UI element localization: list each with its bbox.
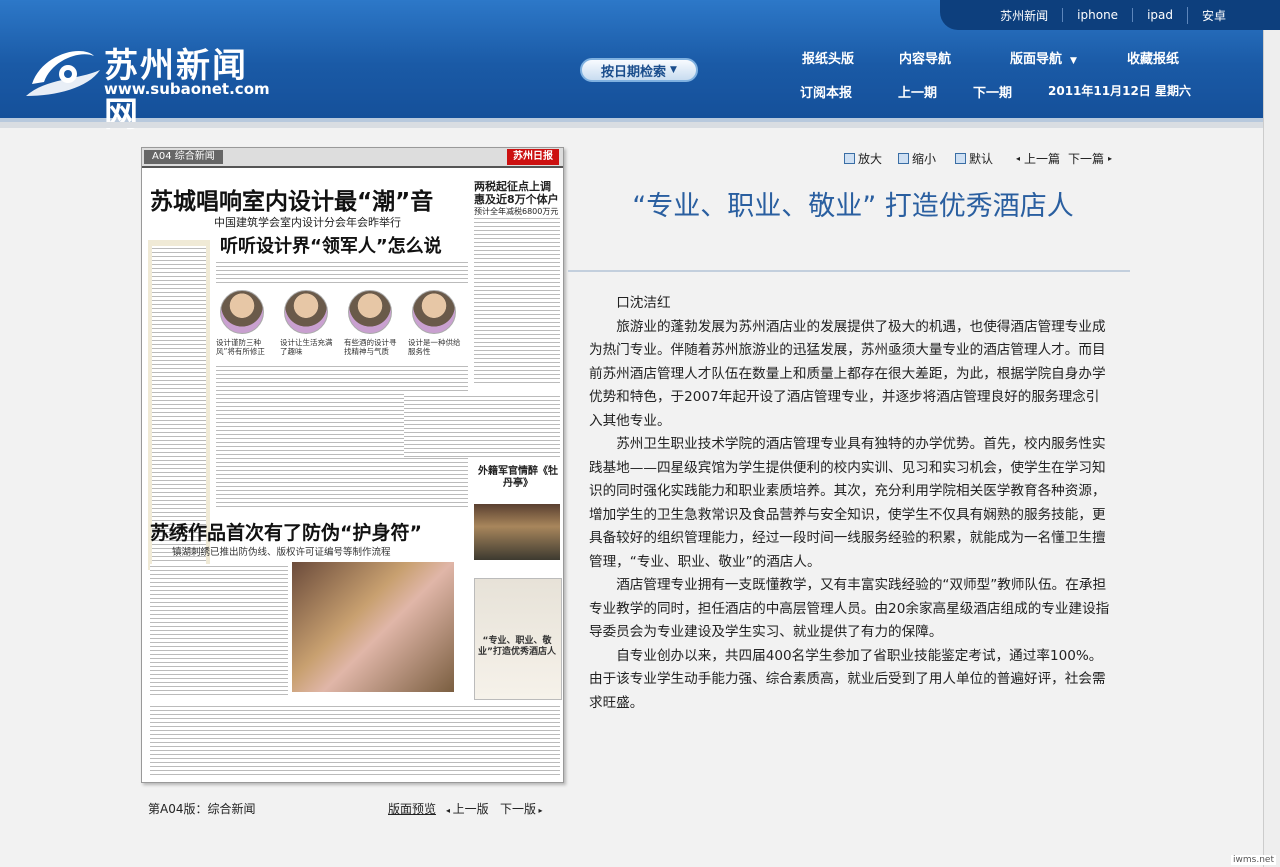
nav-layout-nav[interactable]: 版面导航 ▼ — [1010, 48, 1077, 67]
site-logo[interactable]: 苏州新闻网 www.subaonet.com — [22, 28, 282, 135]
portrait-caption: 有些酒的设计寻找精神与气质 — [344, 338, 397, 356]
article-divider — [568, 270, 1130, 272]
paper-ad-caption[interactable]: “专业、职业、敬业”打造优秀酒店人 — [476, 636, 558, 658]
portrait-photo — [284, 290, 328, 334]
portrait-photo — [220, 290, 264, 334]
zoom-out-button[interactable]: 缩小 — [898, 150, 936, 167]
vertical-scrollbar[interactable] — [1263, 30, 1280, 867]
paper-text-block — [150, 564, 288, 698]
top-link-android[interactable]: 安卓 — [1186, 6, 1240, 24]
top-link-iphone[interactable]: iphone — [1062, 8, 1132, 22]
paper-header: A04 综合新闻 苏州日报 — [142, 148, 563, 168]
embroidery-photo — [292, 562, 454, 692]
newspaper-page-image[interactable]: A04 综合新闻 苏州日报 苏城唱响室内设计最“潮”音 中国建筑学会室内设计分会… — [141, 147, 564, 783]
nav-content-nav[interactable]: 内容导航 — [899, 48, 951, 67]
chevron-right-icon: ▸ — [536, 806, 543, 815]
zoom-in-button[interactable]: 放大 — [844, 150, 882, 167]
portrait-photo — [348, 290, 392, 334]
paper-text-block — [404, 394, 560, 458]
paper-subhead-2: 镇湖刺绣已推出防伪线、版权许可证编号等制作流程 — [172, 547, 391, 558]
paper-headline-2[interactable]: 苏绣作品首次有了防伪“护身符” — [150, 518, 422, 545]
portrait-caption: 设计让生活充满了趣味 — [280, 338, 333, 356]
portrait-caption: 设计谨防三种风”将有所修正 — [216, 338, 265, 356]
logo-swirl-icon — [26, 51, 100, 96]
page-section-label: 第A04版：综合新闻 — [148, 802, 256, 816]
next-article-label: 下一篇 — [1068, 152, 1105, 166]
prev-page-link[interactable]: ◂ 上一版 — [446, 800, 489, 817]
prev-page-label: 上一版 — [452, 802, 489, 816]
reset-icon — [955, 153, 966, 164]
chevron-down-icon: ▼ — [670, 65, 677, 75]
watermark: iwms.net — [1231, 855, 1276, 865]
default-size-button[interactable]: 默认 — [955, 150, 993, 167]
date-search-label: 按日期检索 — [601, 64, 667, 80]
article-author: 口沈洁红 — [616, 295, 671, 311]
designer-portraits: 设计谨防三种风”将有所修正 设计让生活充满了趣味 有些酒的设计寻找精神与气质 设… — [216, 290, 461, 360]
article-paragraph: 酒店管理专业拥有一支既懂教学，又有丰富实践经验的“双师型”教师队伍。在承担专业教… — [589, 577, 1110, 640]
next-page-link[interactable]: 下一版 ▸ — [500, 800, 543, 817]
paper-text-block — [216, 260, 468, 286]
zoom-in-label: 放大 — [858, 152, 883, 166]
logo-url: www.subaonet.com — [104, 80, 270, 98]
paper-headline-1b[interactable]: 听听设计界“领军人”怎么说 — [220, 232, 442, 258]
nav-prev-issue[interactable]: 上一期 — [898, 82, 937, 101]
chevron-left-icon: ◂ — [1016, 154, 1021, 163]
chevron-down-icon: ▼ — [1070, 56, 1077, 66]
top-link-ipad[interactable]: ipad — [1132, 8, 1187, 22]
default-size-label: 默认 — [969, 152, 994, 166]
date-search-dropdown[interactable]: 按日期检索 ▼ — [580, 58, 698, 82]
portrait-caption: 设计是一种供给服务性 — [408, 338, 461, 356]
chevron-right-icon: ▸ — [1108, 154, 1113, 163]
paper-subhead-1: 中国建筑学会室内设计分会年会昨举行 — [214, 216, 401, 229]
nav-next-issue[interactable]: 下一期 — [973, 82, 1012, 101]
minus-icon — [898, 153, 909, 164]
portrait-photo — [412, 290, 456, 334]
page-preview-link[interactable]: 版面预览 — [388, 800, 436, 817]
zoom-out-label: 缩小 — [912, 152, 937, 166]
nav-front-page[interactable]: 报纸头版 — [802, 48, 854, 67]
next-page-label: 下一版 — [500, 802, 537, 816]
paper-text-block — [150, 704, 560, 776]
paper-brand: 苏州日报 — [507, 149, 559, 165]
nav-layout-nav-label: 版面导航 — [1010, 52, 1063, 67]
site-header: 苏州新闻 iphone ipad 安卓 苏州新闻网 www.subaonet.c… — [0, 0, 1280, 135]
nav-favorite-paper[interactable]: 收藏报纸 — [1127, 48, 1179, 67]
nav-subscribe[interactable]: 订阅本报 — [800, 82, 852, 101]
article-title: “专业、职业、敬业” 打造优秀酒店人 — [632, 191, 1074, 222]
paper-side-headline-text: 两税起征点上调惠及近8万个体户 — [474, 180, 559, 206]
paper-mid-headline[interactable]: 外籍军官情醉《牡丹亭》 — [476, 466, 560, 490]
paper-text-block — [474, 216, 560, 386]
plus-icon — [844, 153, 855, 164]
top-links-bar: 苏州新闻 iphone ipad 安卓 — [940, 0, 1280, 30]
next-article-link[interactable]: 下一篇 ▸ — [1068, 150, 1112, 167]
prev-article-link[interactable]: ◂ 上一篇 — [1016, 150, 1060, 167]
article-paragraph: 自专业创办以来，共四届400名学生参加了省职业技能鉴定考试，通过率100%。由于… — [589, 647, 1106, 711]
paper-section: A04 综合新闻 — [144, 150, 223, 164]
article-paragraph: 苏州卫生职业技术学院的酒店管理专业具有独特的办学优势。首先，校内服务性实践基地—… — [589, 436, 1106, 570]
paper-side-headline[interactable]: 两税起征点上调惠及近8万个体户 预计全年减税6800万元 — [474, 180, 560, 218]
paper-headline-1[interactable]: 苏城唱响室内设计最“潮”音 — [150, 182, 433, 216]
article-body: 口沈洁红 旅游业的蓬勃发展为苏州酒店业的发展提供了极大的机遇，也使得酒店管理专业… — [589, 292, 1111, 715]
article-paragraph: 旅游业的蓬勃发展为苏州酒店业的发展提供了极大的机遇，也使得酒店管理专业成为热门专… — [589, 318, 1106, 429]
issue-date: 2011年11月12日 星期六 — [1048, 84, 1191, 98]
prev-article-label: 上一篇 — [1024, 152, 1061, 166]
top-link-suzhou-news[interactable]: 苏州新闻 — [986, 7, 1062, 24]
opera-photo — [474, 504, 560, 560]
